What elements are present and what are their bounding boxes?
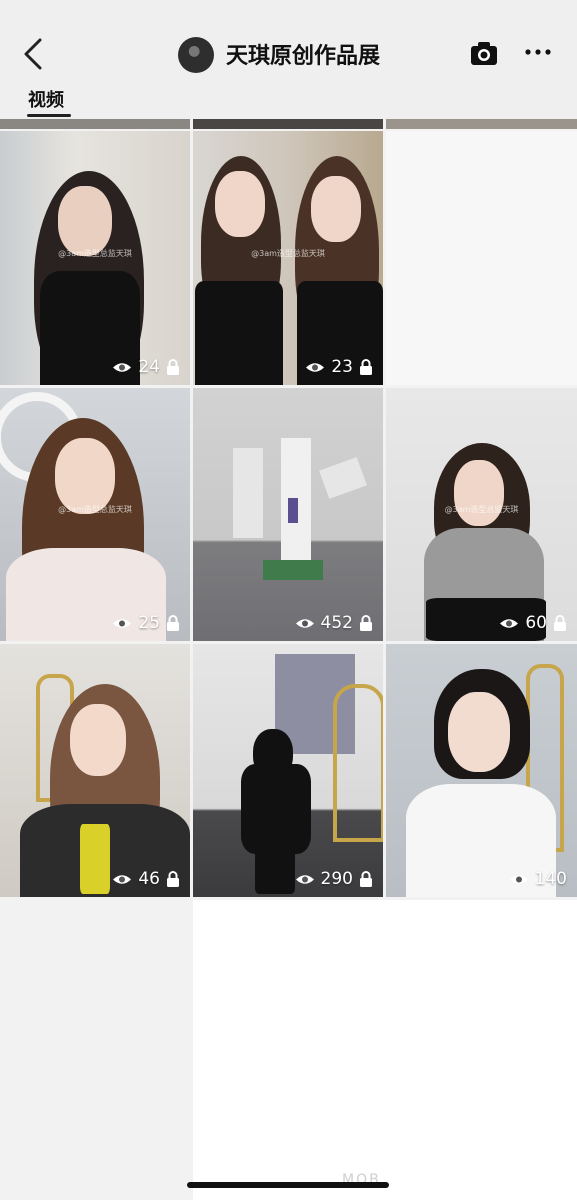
empty-slot xyxy=(386,131,577,385)
video-stats: 46 xyxy=(112,869,180,889)
eye-icon xyxy=(509,874,528,884)
watermark: @3am造型总监天琪 xyxy=(58,248,132,258)
video-stats: 60 xyxy=(499,613,567,633)
eye-icon xyxy=(295,874,314,884)
lock-icon xyxy=(554,615,566,631)
empty-slot xyxy=(193,900,577,1155)
eye-icon xyxy=(306,362,325,372)
tab-active-indicator xyxy=(27,114,71,117)
page-title: 天琪原创作品展 xyxy=(226,44,381,69)
video-thumbnail[interactable]: 290 xyxy=(193,644,383,897)
lock-icon xyxy=(167,359,179,375)
eye-icon xyxy=(113,618,132,628)
video-stats: 24 xyxy=(112,357,180,377)
home-indicator[interactable] xyxy=(187,1182,389,1188)
watermark: @3am造型总监天琪 xyxy=(444,505,519,515)
partial-thumbnail xyxy=(386,119,577,129)
video-thumbnail[interactable]: 140 xyxy=(386,644,577,897)
eye-icon xyxy=(113,362,132,372)
video-thumbnail[interactable]: @3am造型总监天琪 60 xyxy=(386,388,577,641)
chevron-left-icon[interactable] xyxy=(18,36,50,72)
view-count: 140 xyxy=(534,869,567,889)
lock-icon xyxy=(360,615,372,631)
more-dots-icon[interactable] xyxy=(524,44,552,60)
empty-slot xyxy=(0,900,190,1155)
view-count: 24 xyxy=(138,357,160,377)
view-count: 452 xyxy=(320,613,353,633)
video-thumbnail[interactable]: @3am造型总监天琪 25 xyxy=(0,388,190,641)
video-thumbnail[interactable]: @3am造型总监天琪 23 xyxy=(193,131,383,385)
video-stats: 23 xyxy=(305,357,373,377)
partial-thumbnail xyxy=(193,119,383,129)
watermark: @3am造型总监天琪 xyxy=(58,505,132,515)
lock-icon xyxy=(167,615,179,631)
view-count: 290 xyxy=(320,869,353,889)
watermark: @3am造型总监天琪 xyxy=(251,248,325,258)
lock-icon xyxy=(360,359,372,375)
eye-icon xyxy=(113,874,132,884)
view-count: 46 xyxy=(138,869,160,889)
camera-icon[interactable] xyxy=(470,40,498,66)
partial-thumbnail xyxy=(0,119,190,129)
video-stats: 25 xyxy=(112,613,180,633)
video-stats: 452 xyxy=(295,613,373,633)
avatar[interactable] xyxy=(178,37,214,73)
eye-icon xyxy=(295,618,314,628)
lock-icon xyxy=(360,871,372,887)
eye-icon xyxy=(500,618,519,628)
video-thumbnail[interactable]: 452 xyxy=(193,388,383,641)
view-count: 60 xyxy=(525,613,547,633)
video-stats: 290 xyxy=(295,869,373,889)
video-stats: 140 xyxy=(509,869,567,889)
lock-icon xyxy=(167,871,179,887)
top-bar: 天琪原创作品展 视频 xyxy=(0,0,577,120)
view-count: 25 xyxy=(138,613,160,633)
bottom-area xyxy=(193,1155,577,1200)
video-thumbnail[interactable]: 46 xyxy=(0,644,190,897)
video-thumbnail[interactable]: @3am造型总监天琪 24 xyxy=(0,131,190,385)
view-count: 23 xyxy=(331,357,353,377)
tab-videos[interactable]: 视频 xyxy=(28,86,64,112)
video-grid: @3am造型总监天琪 24 @3am造型总监天琪 23 @3am造型总监天琪 2… xyxy=(0,119,577,1155)
